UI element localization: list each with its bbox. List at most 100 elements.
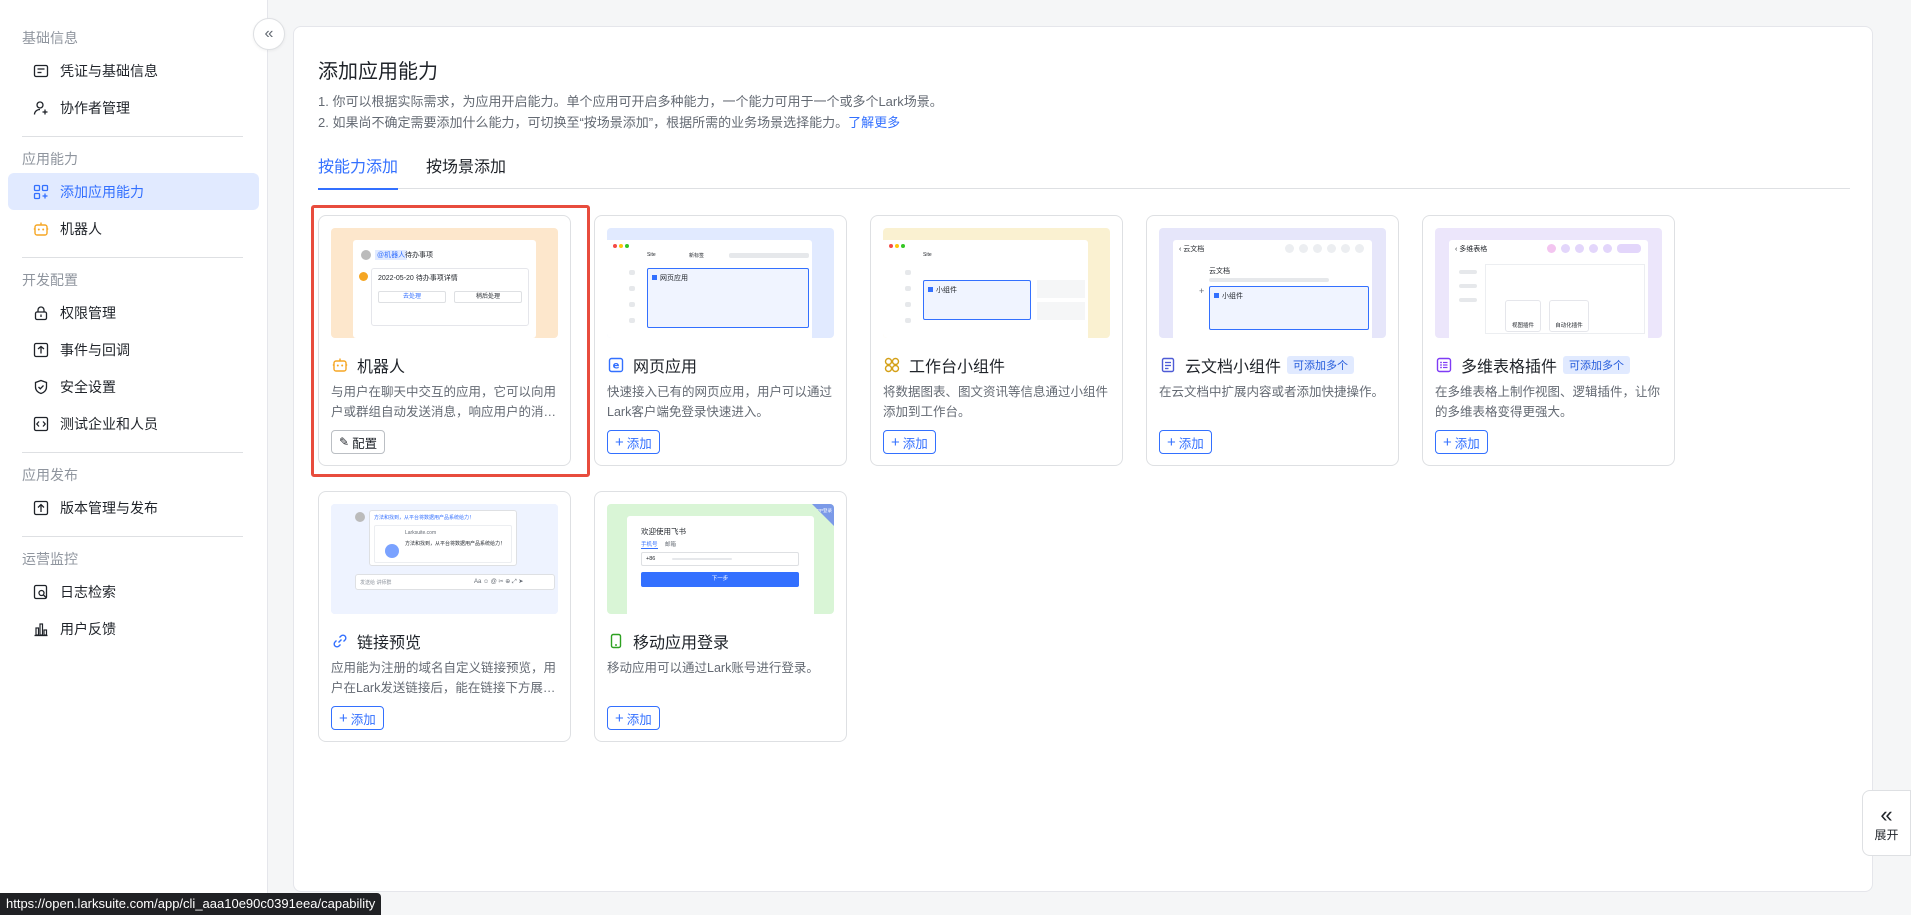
- capability-card-base-plugin[interactable]: ‹ 多维表格 视图插件 自动化插件 多维表格插件 可添加多个 在多维表格上制作视…: [1422, 215, 1675, 466]
- plus-icon: +: [615, 433, 624, 451]
- add-link-preview-button[interactable]: + 添加: [331, 706, 384, 730]
- sidebar-item-label: 版本管理与发布: [60, 499, 158, 516]
- add-web-app-button[interactable]: + 添加: [607, 430, 660, 454]
- sidebar: 基础信息 凭证与基础信息 协作者管理 应用能力 添加应用能力 机器人 开发配置 …: [0, 0, 268, 915]
- double-chevron-left-icon: «: [264, 25, 274, 42]
- preview-bar: [629, 318, 635, 323]
- button-label: 添加: [1454, 436, 1480, 451]
- capability-card-web-app[interactable]: Site 新标签 网页应用 e 网页应用 快速接入已有的网页应用，用户可以通过L…: [594, 215, 847, 466]
- preview-text: 欢迎使用飞书: [641, 527, 686, 536]
- sidebar-item-test-users[interactable]: 测试企业和人员: [8, 405, 259, 442]
- toolbar-dot: [1617, 244, 1641, 253]
- mobile-phone-icon: [607, 632, 625, 650]
- sidebar-item-label: 安全设置: [60, 378, 116, 395]
- preview-text: 稍后处理: [454, 291, 522, 303]
- status-url: https://open.larksuite.com/app/cli_aaa10…: [0, 893, 382, 915]
- preview-block: 网页应用: [647, 268, 809, 328]
- sidebar-item-security[interactable]: 安全设置: [8, 368, 259, 405]
- sidebar-item-bot[interactable]: 机器人: [8, 210, 259, 247]
- sidebar-item-label: 机器人: [60, 220, 102, 237]
- add-workplace-widget-button[interactable]: + 添加: [883, 430, 936, 454]
- learn-more-link[interactable]: 了解更多: [848, 115, 900, 130]
- preview-bar: [905, 318, 911, 323]
- card-description: 将数据图表、图文资讯等信息通过小组件添加到工作台。: [883, 385, 1109, 419]
- sidebar-item-add-capability[interactable]: 添加应用能力: [8, 173, 259, 210]
- sidebar-item-collaborators[interactable]: 协作者管理: [8, 89, 259, 126]
- preview-window: ‹ 云文档 云文档 + 小组件: [1173, 240, 1372, 338]
- sidebar-item-versions[interactable]: 版本管理与发布: [8, 489, 259, 526]
- button-label: 添加: [626, 712, 652, 727]
- link-preview-preview: 方法和找到，从平台将数据用产品系统给力！ Larksuite.com 方法和找到…: [331, 504, 558, 614]
- card-title-text: 链接预览: [357, 635, 422, 652]
- bot-preview: @机器人 待办事项 2022-05-20 待办事项详情 去处理 稍后处理: [331, 228, 558, 338]
- doc-widget-preview: ‹ 云文档 云文档 + 小组件: [1159, 228, 1386, 338]
- collapse-sidebar-button[interactable]: «: [253, 18, 285, 50]
- capability-card-bot[interactable]: @机器人 待办事项 2022-05-20 待办事项详情 去处理 稍后处理 机器人…: [318, 215, 571, 466]
- edit-icon: ✎: [339, 435, 350, 449]
- sidebar-item-logs[interactable]: 日志检索: [8, 573, 259, 610]
- tab-by-capability[interactable]: 按能力添加: [318, 153, 399, 190]
- button-label: 添加: [350, 712, 376, 727]
- square-icon: [928, 287, 933, 292]
- expand-panel-button[interactable]: « 展开: [1862, 790, 1911, 856]
- sidebar-item-label: 测试企业和人员: [60, 415, 158, 432]
- sidebar-item-permissions[interactable]: 权限管理: [8, 294, 259, 331]
- card-title: 工作台小组件: [883, 353, 1005, 377]
- toolbar-dot: [1355, 244, 1364, 253]
- preview-text: 方法和找到，从平台将数据用产品系统给力！: [405, 541, 506, 547]
- table-list-icon: [1435, 356, 1453, 374]
- square-icon: [652, 275, 657, 280]
- divider: [22, 136, 243, 137]
- toolbar-dot: [1589, 244, 1598, 253]
- preview-window: @机器人 待办事项 2022-05-20 待办事项详情 去处理 稍后处理: [353, 240, 536, 338]
- tab-by-scenario[interactable]: 按场景添加: [426, 153, 506, 189]
- preview-bar: [629, 286, 635, 291]
- preview-label: 云文档: [1183, 246, 1205, 253]
- sidebar-item-label: 权限管理: [60, 304, 116, 321]
- browser-e-icon: e: [607, 356, 625, 374]
- preview-text: 2022-05-20 待办事项详情: [378, 275, 458, 282]
- lock-icon: [32, 304, 50, 322]
- configure-button[interactable]: ✎ 配置: [331, 430, 386, 454]
- capability-card-link-preview[interactable]: 方法和找到，从平台将数据用产品系统给力！ Larksuite.com 方法和找到…: [318, 491, 571, 742]
- window-dot: [613, 244, 617, 248]
- page-title: 添加应用能力: [318, 61, 438, 83]
- add-doc-widget-button[interactable]: + 添加: [1159, 430, 1212, 454]
- preview-block: [1037, 280, 1085, 298]
- preview-text: Site: [647, 252, 656, 258]
- capability-card-doc-widget[interactable]: ‹ 云文档 云文档 + 小组件 云文档小组件 可添加多个 在云文档中扩展内容或者…: [1146, 215, 1399, 466]
- phone-input: +86: [641, 552, 799, 566]
- sidebar-item-feedback[interactable]: 用户反馈: [8, 610, 259, 647]
- preview-window: 方法和找到，从平台将数据用产品系统给力！ Larksuite.com 方法和找到…: [331, 504, 558, 614]
- base-plugin-preview: ‹ 多维表格 视图插件 自动化插件: [1435, 228, 1662, 338]
- preview-card: 2022-05-20 待办事项详情 去处理 稍后处理: [371, 268, 529, 326]
- add-base-plugin-button[interactable]: + 添加: [1435, 430, 1488, 454]
- avatar: [355, 512, 365, 522]
- button-label: 添加: [1178, 436, 1204, 451]
- preview-bar: [1459, 270, 1477, 274]
- button-label: 添加: [902, 436, 928, 451]
- link-icon: [331, 632, 349, 650]
- add-mobile-login-button[interactable]: + 添加: [607, 706, 660, 730]
- corner-badge: APP登录: [812, 504, 834, 526]
- robot-icon: [359, 272, 368, 281]
- preview-bar: [1459, 284, 1477, 288]
- nav-group-title: 应用发布: [22, 467, 78, 483]
- avatar: [361, 250, 371, 260]
- toolbar-dot: [1575, 244, 1584, 253]
- preview-text: 新标签: [689, 253, 705, 259]
- card-title: 多维表格插件 可添加多个: [1435, 353, 1631, 377]
- card-title: 云文档小组件 可添加多个: [1159, 353, 1355, 377]
- sidebar-item-credentials[interactable]: 凭证与基础信息: [8, 52, 259, 89]
- preview-text: 自动化插件: [1549, 300, 1589, 332]
- capability-card-mobile-login[interactable]: 欢迎使用飞书 手机号 邮箱 +86 下一步 APP登录 移动应用登录 移动应用可…: [594, 491, 847, 742]
- plus-icon: +: [1199, 286, 1205, 296]
- grid-add-icon: [32, 183, 50, 201]
- plus-icon: +: [615, 709, 624, 727]
- card-description: 移动应用可以通过Lark账号进行登录。: [607, 661, 819, 675]
- toolbar-dot: [1327, 244, 1336, 253]
- capability-card-workplace-widget[interactable]: Site 小组件 工作台小组件 将数据图表、图文资讯等信息通过小组件添加到工作台…: [870, 215, 1123, 466]
- preview-text: @机器人: [375, 250, 408, 260]
- sidebar-item-events[interactable]: 事件与回调: [8, 331, 259, 368]
- preview-text: 云文档: [1209, 268, 1230, 275]
